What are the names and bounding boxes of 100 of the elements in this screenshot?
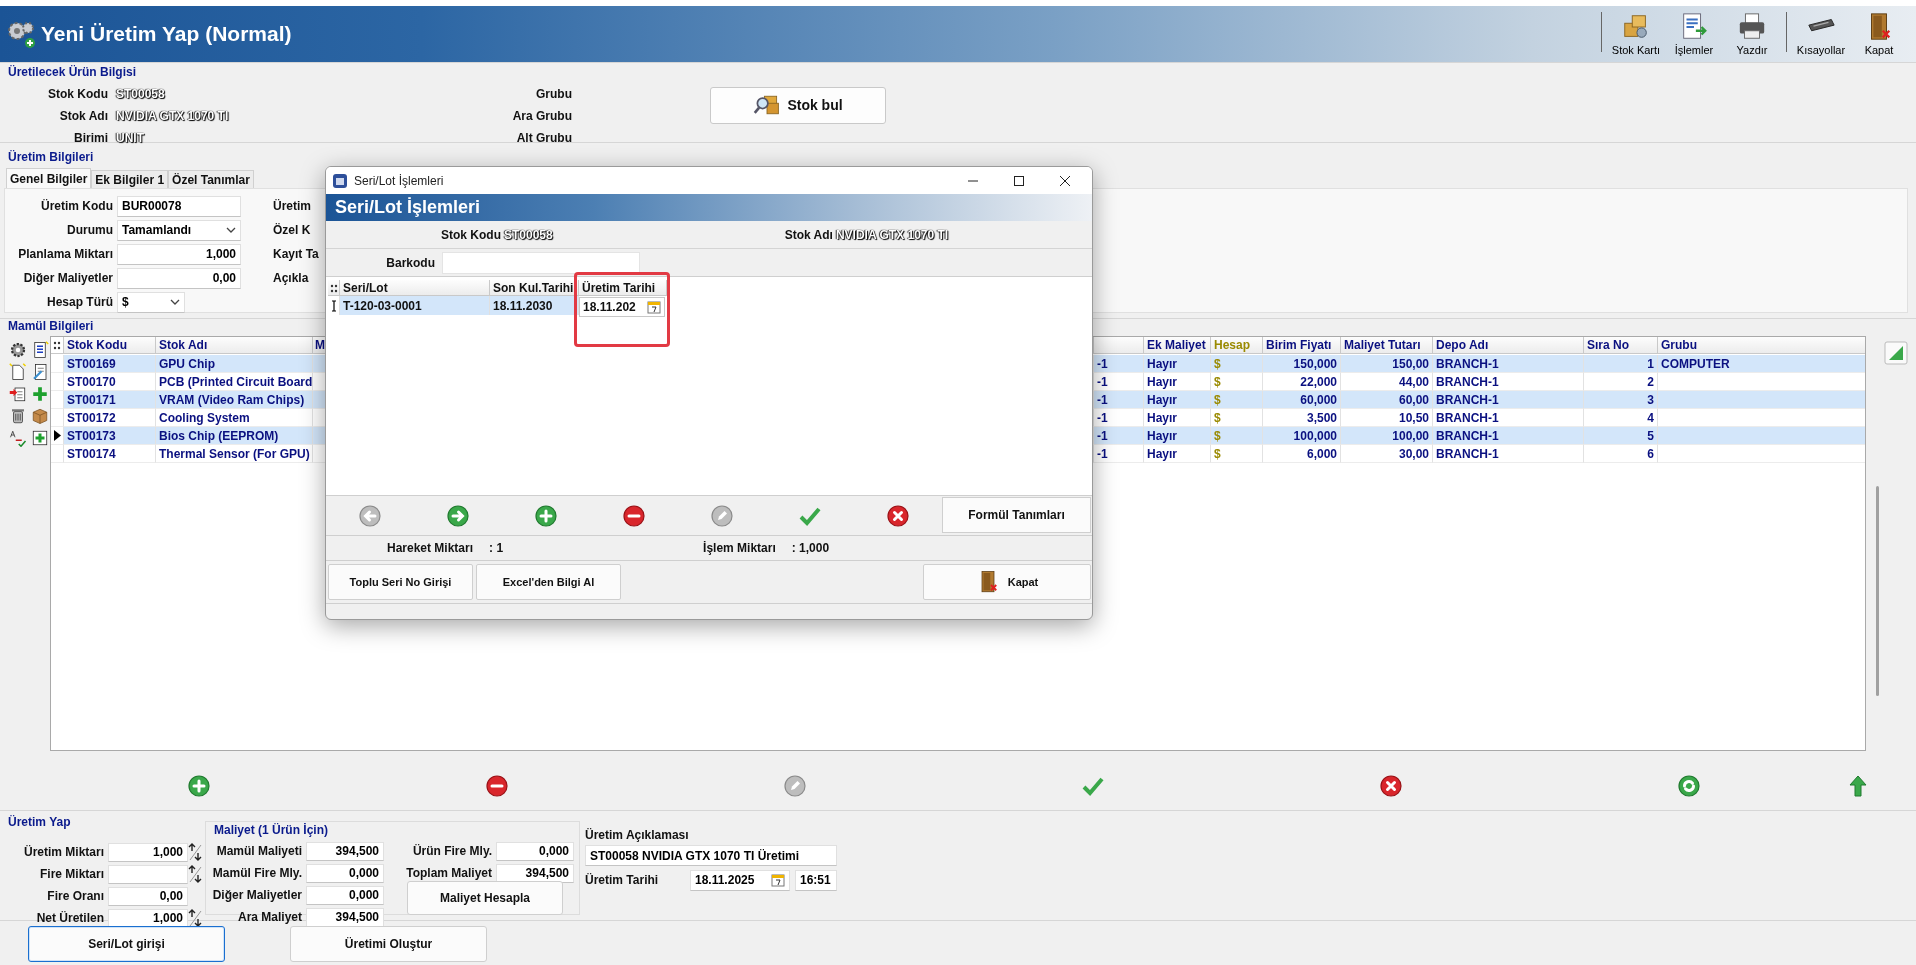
remove-icon[interactable] [485,774,509,798]
maximize-icon[interactable] [1013,174,1025,187]
up-arrow-icon[interactable] [1846,774,1870,798]
toolbar-button[interactable]: İşlemler [1665,8,1723,60]
table-cell: 60,000 [1263,391,1341,409]
calendar-icon[interactable] [771,873,785,887]
table-cell: $ [1211,445,1263,463]
column-header[interactable]: Birim Fiyatı [1263,337,1341,354]
table-cell: Hayır [1144,445,1211,463]
field-label: Fire Oranı [46,889,105,903]
import-icon[interactable] [9,385,27,403]
calendar-icon[interactable] [647,300,661,314]
input-field[interactable]: 0,000 [306,863,384,883]
add-document-icon[interactable] [31,429,49,447]
column-header[interactable]: Stok Kodu [64,337,156,354]
box-icon[interactable] [31,407,49,425]
table-cell: ST00169 [64,355,156,373]
input-field[interactable] [442,251,640,274]
document-icon[interactable] [31,341,49,359]
trash-icon[interactable] [9,407,27,425]
column-header[interactable]: Üretim Tarihi [579,280,667,296]
column-header[interactable]: Grubu [1658,337,1865,354]
add-icon[interactable] [187,774,211,798]
spinner-icon[interactable] [188,843,202,861]
tab[interactable]: Genel Bilgiler [6,168,92,188]
action-button[interactable]: Seri/Lot girişi [28,926,225,962]
tab[interactable]: Özel Tanımlar [168,170,254,188]
refresh-icon[interactable] [1677,774,1701,798]
tab[interactable]: Ek Bilgiler 1 [91,170,169,188]
action-button[interactable]: Toplu Seri No Girişi [328,564,473,600]
field-label: Grubu [535,87,573,101]
input-field[interactable]: 394,500 [306,841,384,861]
dropdown[interactable]: Tamamlandı [117,219,241,241]
column-header[interactable]: Ek Maliyet [1144,337,1211,354]
input-field[interactable] [108,864,188,884]
toolbar-button[interactable]: Yazdır [1723,8,1781,60]
input-field[interactable]: 0,00 [117,267,241,289]
input-field[interactable]: 1,000 [108,842,188,862]
spinner-icon[interactable] [188,865,202,883]
formula-button[interactable]: Formül Tanımları [942,497,1091,533]
field-value: ST00058 [114,87,165,101]
column-header[interactable]: Depo Adı [1433,337,1584,354]
row-header[interactable] [51,427,64,445]
edit-document-icon[interactable] [31,363,49,381]
current-row-icon [53,430,61,441]
column-header[interactable]: Sıra No [1584,337,1658,354]
date-field[interactable]: 18.11.202 [579,297,665,317]
spellcheck-icon[interactable] [9,429,27,447]
close-icon[interactable] [1059,174,1071,187]
window-title: Yeni Üretim Yap (Normal) [41,22,292,46]
table-cell: ST00174 [64,445,156,463]
date-field[interactable]: 18.11.2025 [690,869,790,891]
field-label: Üretim Açıklaması [585,828,690,842]
toolbar-button[interactable]: Kısayollar [1792,8,1850,60]
page-icon[interactable] [9,363,27,381]
column-header[interactable]: Maliyet Tutarı [1341,337,1433,354]
close-button[interactable]: Kapat [923,564,1091,600]
add-icon[interactable] [534,503,558,528]
remove-icon[interactable] [622,503,646,528]
action-button[interactable]: Excel'den Bilgi Al [476,564,621,600]
column-header[interactable]: Seri/Lot [340,280,490,296]
field-label: Kayıt Ta [273,247,319,261]
cancel-icon[interactable] [1379,774,1403,798]
field-value: NVIDIA GTX 1070 TI [114,109,229,123]
input-field[interactable]: 394,500 [306,907,384,927]
toolbar-button[interactable]: Kapat [1850,8,1908,60]
action-button[interactable]: Üretimi Oluştur [290,926,487,962]
table-cell: BRANCH-1 [1433,391,1584,409]
input-field[interactable]: 1,000 [117,243,241,265]
input-field[interactable]: 0,000 [306,885,384,905]
table-cell: VRAM (Video Ram Chips) [156,391,313,409]
plus-icon[interactable] [31,385,49,403]
field-label: Ara Maliyet [236,910,303,924]
table-cell: 150,00 [1341,355,1433,373]
gear-icon[interactable] [9,341,27,359]
spinner-icon[interactable] [188,909,202,927]
table-cell: 6,000 [1263,445,1341,463]
field-value: : 1 [489,541,504,555]
column-header[interactable]: Stok Adı [156,337,313,354]
group-title: Üretim Bilgileri [7,150,95,165]
time-field[interactable]: 16:51 [795,869,837,891]
table-cell: $ [1211,427,1263,445]
column-header[interactable]: Son Kul.Tarihi [490,280,579,296]
search-button[interactable]: Stok bul [710,86,886,124]
input-field[interactable]: BUR00078 [117,195,241,217]
input-field[interactable]: ST00058 NVIDIA GTX 1070 TI Üretimi [585,845,837,866]
scrollbar[interactable] [1876,486,1879,696]
calculate-button[interactable]: Maliyet Hesapla [407,881,563,915]
input-field[interactable]: 0,000 [496,841,574,861]
app-icon [332,172,348,189]
table-cell: 6 [1584,445,1658,463]
input-field[interactable]: 394,500 [496,863,574,883]
cancel-icon[interactable] [886,503,910,528]
table-cell: 100,000 [1263,427,1341,445]
chevron-icon [226,226,236,234]
table-cell: 100,00 [1341,427,1433,445]
input-field[interactable]: 0,00 [108,886,188,906]
toolbar-button[interactable]: Stok Kartı [1607,8,1665,60]
table-cell: -1 [1094,445,1144,463]
dropdown[interactable]: $ [117,291,185,313]
